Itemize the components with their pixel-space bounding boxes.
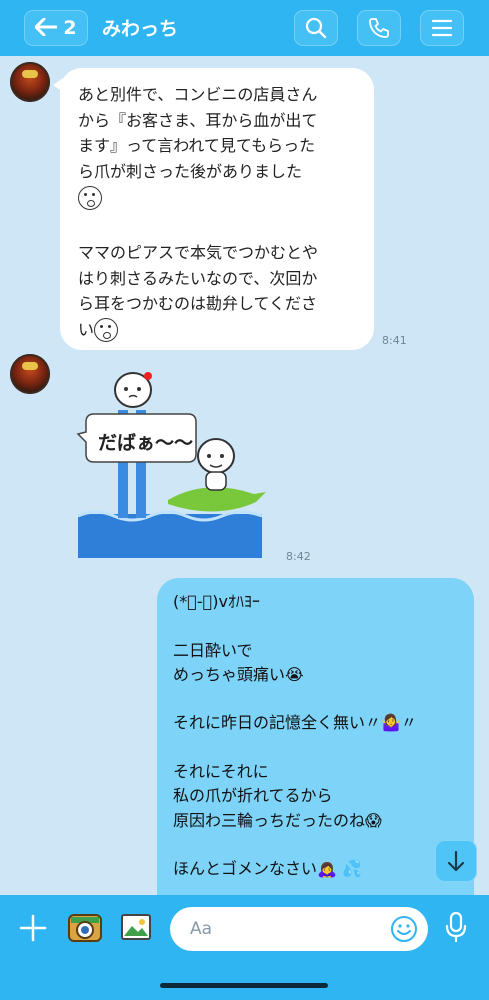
crying-face-icon xyxy=(94,318,119,343)
camera-button[interactable] xyxy=(66,909,104,945)
emoji-icon xyxy=(391,916,417,942)
unread-count: 2 xyxy=(63,17,77,39)
chat-title: みわっち xyxy=(102,18,179,40)
plus-icon xyxy=(19,914,47,942)
message-line: い xyxy=(78,319,95,339)
sticker-drawing xyxy=(76,372,266,558)
message-time: 8:41 xyxy=(382,334,407,347)
search-button[interactable] xyxy=(294,10,338,46)
shocked-face-icon xyxy=(78,185,102,210)
input-placeholder: Aa xyxy=(190,919,213,939)
avatar[interactable] xyxy=(10,354,50,394)
arrow-down-icon xyxy=(447,850,465,872)
mic-button[interactable] xyxy=(444,911,468,943)
search-icon xyxy=(305,17,327,39)
emoji-button[interactable] xyxy=(390,915,418,943)
message-line: ます』って言われて見てもらった xyxy=(78,136,316,156)
mic-icon xyxy=(445,911,467,943)
chat-header: 2 みわっち xyxy=(0,0,489,56)
scroll-to-bottom-button[interactable] xyxy=(435,840,477,882)
menu-icon xyxy=(431,19,453,37)
message-line: ほんとゴメンなさい🙇‍♀️ 💦 xyxy=(173,859,362,879)
avatar[interactable] xyxy=(10,62,50,102)
menu-button[interactable] xyxy=(420,10,464,46)
message-line: (*ﾟ-ﾟ)vｵﾊﾖｰ xyxy=(173,592,260,611)
camera-icon xyxy=(68,914,102,942)
message-line: 私の爪が折れてるから xyxy=(173,786,333,806)
message-input[interactable]: Aa xyxy=(170,907,428,951)
message-line: 二日酔いで xyxy=(173,640,253,660)
composer-bar: Aa xyxy=(0,895,489,1000)
image-icon xyxy=(121,914,151,940)
phone-icon xyxy=(369,18,389,38)
image-button[interactable] xyxy=(120,912,152,942)
message-line: 原因わ三輪っちだったのね😱 xyxy=(173,810,382,830)
plus-button[interactable] xyxy=(18,913,48,943)
message-line: ら耳をつかむのは勘弁してくださ xyxy=(78,294,318,314)
message-line: ママのピアスで本気でつかむとや xyxy=(78,242,319,262)
back-arrow-icon xyxy=(34,16,58,40)
message-line: はり刺さるみたいなので、次回か xyxy=(78,268,318,288)
back-button[interactable]: 2 xyxy=(24,10,88,46)
message-line: それにそれに xyxy=(173,762,269,782)
incoming-message[interactable]: あと別件で、コンビニの店員さん から『お客さま、耳から血が出て ます』って言われ… xyxy=(53,68,374,350)
crying-sticker[interactable]: だばぁ～～ xyxy=(76,362,266,560)
message-line: それに昨日の記憶全く無い〃🤷‍♀️〃 xyxy=(173,713,417,733)
message-line: あと別件で、コンビニの店員さん xyxy=(78,85,318,104)
sticker-text: だばぁ～～ xyxy=(98,432,194,454)
message-line: から『お客さま、耳から血が出て xyxy=(78,110,318,130)
message-line: ら爪が刺さった後がありました xyxy=(78,161,303,181)
outgoing-message[interactable]: (*ﾟ-ﾟ)vｵﾊﾖｰ 二日酔いで めっちゃ頭痛い😭 それに昨日の記憶全く無い〃… xyxy=(157,578,474,918)
call-button[interactable] xyxy=(357,10,401,46)
message-line: めっちゃ頭痛い😭 xyxy=(173,664,304,684)
home-indicator xyxy=(160,983,328,988)
message-time: 8:42 xyxy=(286,550,311,563)
